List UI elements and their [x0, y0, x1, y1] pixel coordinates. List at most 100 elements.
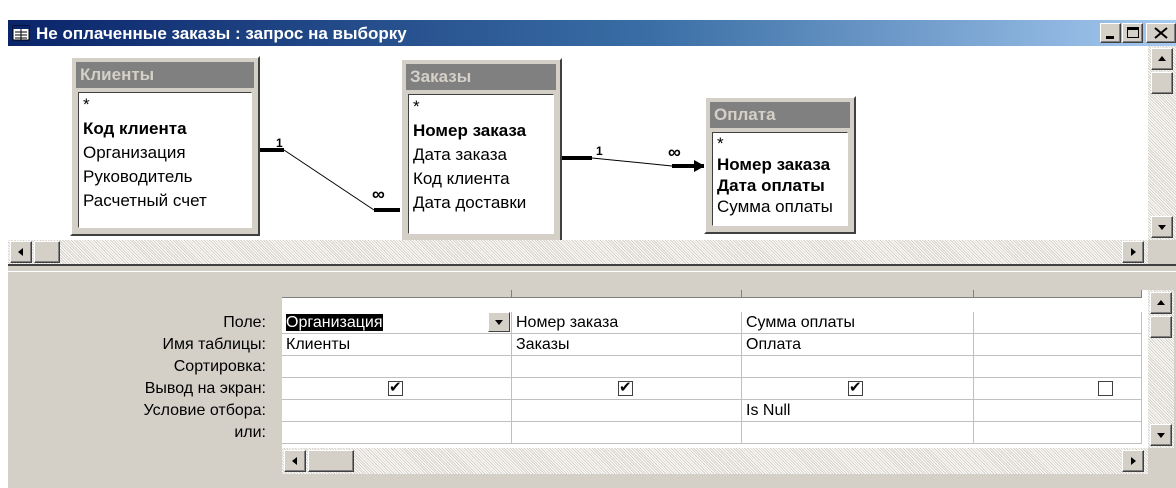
grid-cell-field[interactable]: Сумма оплаты [742, 312, 974, 334]
grid-cell-sort[interactable] [974, 356, 1142, 378]
chevron-down-icon [495, 320, 503, 325]
grid-cell-table[interactable]: Клиенты [282, 334, 512, 356]
grid-cell-field[interactable]: Номер заказа [512, 312, 742, 334]
scroll-up-button[interactable] [1150, 292, 1172, 314]
grid-cell-criteria[interactable] [282, 400, 512, 422]
grid-cell-table[interactable] [974, 334, 1142, 356]
arrow-right-icon [1131, 457, 1136, 465]
minimize-button[interactable] [1100, 23, 1121, 43]
scroll-right-button[interactable] [1122, 241, 1144, 263]
design-grid: Организация Номер заказа Сумма оплаты Кл… [282, 290, 1148, 448]
table-pane: 1 ∞ 1 ∞ Клиенты * Код клиента Организаци… [8, 46, 1176, 264]
grid-cell-criteria[interactable] [512, 400, 742, 422]
scroll-thumb[interactable] [1150, 316, 1172, 338]
row-label-table: Имя таблицы: [162, 336, 266, 353]
arrow-down-icon [1158, 225, 1166, 230]
field-list-payment[interactable]: Оплата * Номер заказа Дата оплаты Сумма … [704, 96, 856, 234]
scroll-up-button[interactable] [1151, 48, 1173, 70]
arrow-left-icon [292, 457, 297, 465]
grid-vertical-scrollbar[interactable] [1148, 290, 1174, 448]
grid-cell-sort[interactable] [282, 356, 512, 378]
close-button[interactable] [1146, 23, 1176, 43]
field-dropdown-button[interactable] [488, 312, 510, 332]
relation-line-1 [283, 149, 375, 211]
field-list-orders[interactable]: Заказы * Номер заказа Дата заказа Код кл… [400, 58, 562, 242]
show-checkbox[interactable]: ✔ [618, 379, 633, 396]
relation-2-one-label: 1 [596, 144, 603, 158]
title-bar[interactable]: Не оплаченные заказы : запрос на выборку [8, 20, 1176, 46]
column-selector[interactable] [282, 290, 512, 298]
field-item[interactable]: Дата оплаты [713, 175, 847, 196]
design-grid-pane: Поле: Имя таблицы: Сортировка: Вывод на … [8, 272, 1176, 488]
minimize-icon [1106, 36, 1114, 39]
relation-1-many-label: ∞ [372, 184, 385, 204]
show-checkbox[interactable]: ✔ [388, 379, 403, 396]
grid-cell-show: ✔ [742, 378, 974, 400]
table-canvas: 1 ∞ 1 ∞ Клиенты * Код клиента Организаци… [8, 46, 1148, 242]
show-checkbox[interactable]: ✔ [848, 379, 863, 396]
pane-splitter[interactable] [8, 264, 1176, 272]
upper-vertical-scrollbar[interactable] [1148, 46, 1176, 240]
field-item[interactable]: Дата доставки [409, 191, 553, 215]
grid-cell-field[interactable] [974, 312, 1142, 334]
grid-cell-or[interactable] [512, 422, 742, 444]
field-item[interactable]: Код клиента [409, 167, 553, 191]
grid-cell-or[interactable] [282, 422, 512, 444]
field-item[interactable]: Номер заказа [409, 119, 553, 143]
maximize-button[interactable] [1122, 23, 1143, 43]
grid-cell-criteria[interactable]: Is Null [742, 400, 974, 422]
grid-cell-or[interactable] [974, 422, 1142, 444]
field-item[interactable]: * [713, 133, 847, 154]
field-list-title[interactable]: Заказы [406, 64, 556, 90]
relation-line-2 [591, 157, 673, 167]
grid-cell-sort[interactable] [512, 356, 742, 378]
scroll-down-button[interactable] [1150, 424, 1172, 446]
field-list-title[interactable]: Клиенты [76, 62, 254, 88]
grid-cell-field[interactable]: Организация [282, 312, 512, 334]
relation-2-many-label: ∞ [668, 142, 681, 162]
grid-cell-or[interactable] [742, 422, 974, 444]
grid-cell-show [974, 378, 1142, 400]
column-selector[interactable] [742, 290, 974, 298]
scroll-right-button[interactable] [1122, 450, 1144, 472]
scroll-left-button[interactable] [10, 241, 32, 263]
checkmark-icon: ✔ [619, 379, 632, 396]
field-item[interactable]: Организация [79, 141, 251, 165]
grid-cell-table[interactable]: Оплата [742, 334, 974, 356]
column-selector[interactable] [974, 290, 1142, 298]
field-item[interactable]: Сумма оплаты [713, 196, 847, 217]
upper-horizontal-scrollbar[interactable] [8, 240, 1148, 264]
show-checkbox[interactable] [1098, 381, 1113, 396]
field-list-clients[interactable]: Клиенты * Код клиента Организация Руково… [70, 56, 260, 236]
arrow-up-icon [1157, 300, 1165, 305]
grid-cell-table[interactable]: Заказы [512, 334, 742, 356]
grid-cell-show: ✔ [512, 378, 742, 400]
field-item[interactable]: Расчетный счет [79, 189, 251, 213]
row-label-criteria: Условие отбора: [143, 402, 266, 419]
arrow-right-icon [1131, 248, 1136, 256]
row-label-show: Вывод на экран: [144, 380, 266, 397]
field-list-box[interactable]: * Номер заказа Дата заказа Код клиента Д… [408, 94, 554, 234]
scroll-thumb[interactable] [34, 241, 60, 263]
grid-cell-sort[interactable] [742, 356, 974, 378]
checkmark-icon: ✔ [389, 379, 402, 396]
grid-cell-criteria[interactable] [974, 400, 1142, 422]
arrow-left-icon [18, 248, 23, 256]
scroll-thumb[interactable] [1151, 72, 1173, 94]
field-list-title[interactable]: Оплата [710, 102, 850, 128]
scroll-left-button[interactable] [284, 450, 306, 472]
field-item[interactable]: * [409, 95, 553, 119]
field-item[interactable]: Код клиента [79, 117, 251, 141]
scroll-down-button[interactable] [1151, 216, 1173, 238]
field-item[interactable]: Номер заказа [713, 154, 847, 175]
field-item[interactable]: Руководитель [79, 165, 251, 189]
query-icon [12, 25, 30, 41]
scroll-thumb[interactable] [308, 450, 354, 472]
field-item[interactable]: * [79, 93, 251, 117]
field-item[interactable]: Дата заказа [409, 143, 553, 167]
field-list-box[interactable]: * Номер заказа Дата оплаты Сумма оплаты [712, 132, 848, 226]
arrow-up-icon [1158, 56, 1166, 61]
column-selector[interactable] [512, 290, 742, 298]
grid-horizontal-scrollbar[interactable] [282, 448, 1148, 474]
field-list-box[interactable]: * Код клиента Организация Руководитель Р… [78, 92, 252, 228]
